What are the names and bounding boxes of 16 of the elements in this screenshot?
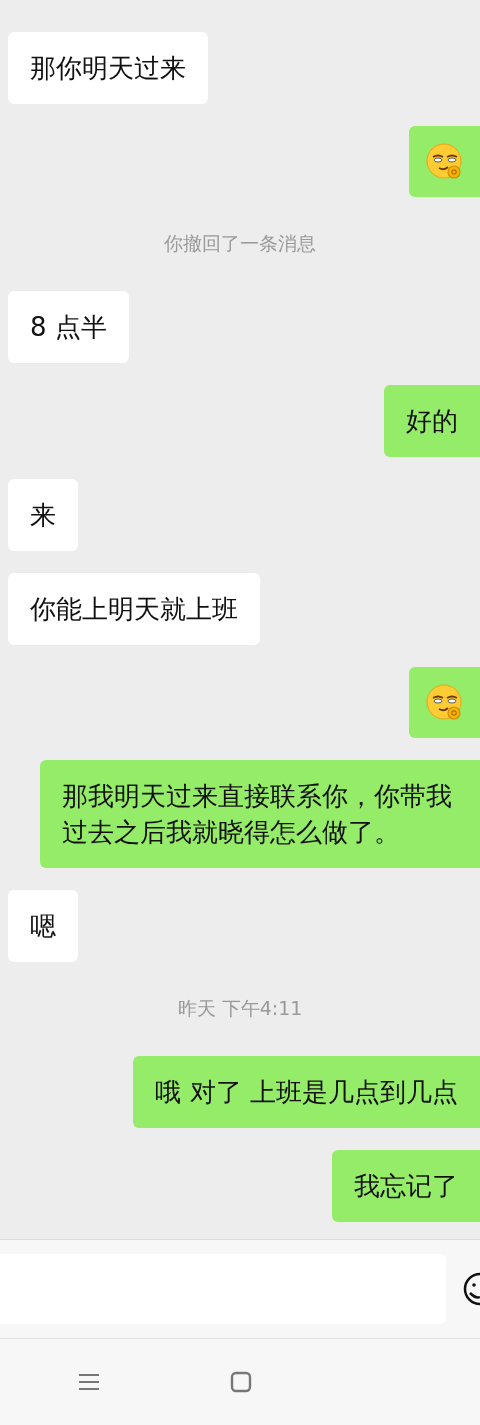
smirk-emoji-icon (424, 141, 465, 182)
received-message: 8 点半 (8, 291, 129, 363)
menu-icon[interactable] (78, 1372, 100, 1392)
received-message: 来 (8, 479, 78, 551)
received-message: 那你明天过来 (8, 32, 208, 104)
received-message: 嗯 (8, 890, 78, 962)
emoji-face-icon[interactable] (462, 1271, 480, 1307)
sent-message: 哦 对了 上班是几点到几点 (133, 1056, 480, 1128)
system-notice: 昨天 下午4:11 (177, 996, 303, 1021)
sent-message: 我忘记了 (332, 1150, 480, 1222)
received-message: 你能上明天就上班 (8, 573, 260, 645)
smirk-emoji-icon (424, 682, 465, 723)
system-notice: 你撤回了一条消息 (164, 231, 316, 256)
home-icon[interactable] (230, 1371, 252, 1393)
sent-message: 好的 (384, 385, 480, 457)
sent-message: 那我明天过来直接联系你，你带我过去之后我就晓得怎么做了。 (40, 760, 480, 868)
